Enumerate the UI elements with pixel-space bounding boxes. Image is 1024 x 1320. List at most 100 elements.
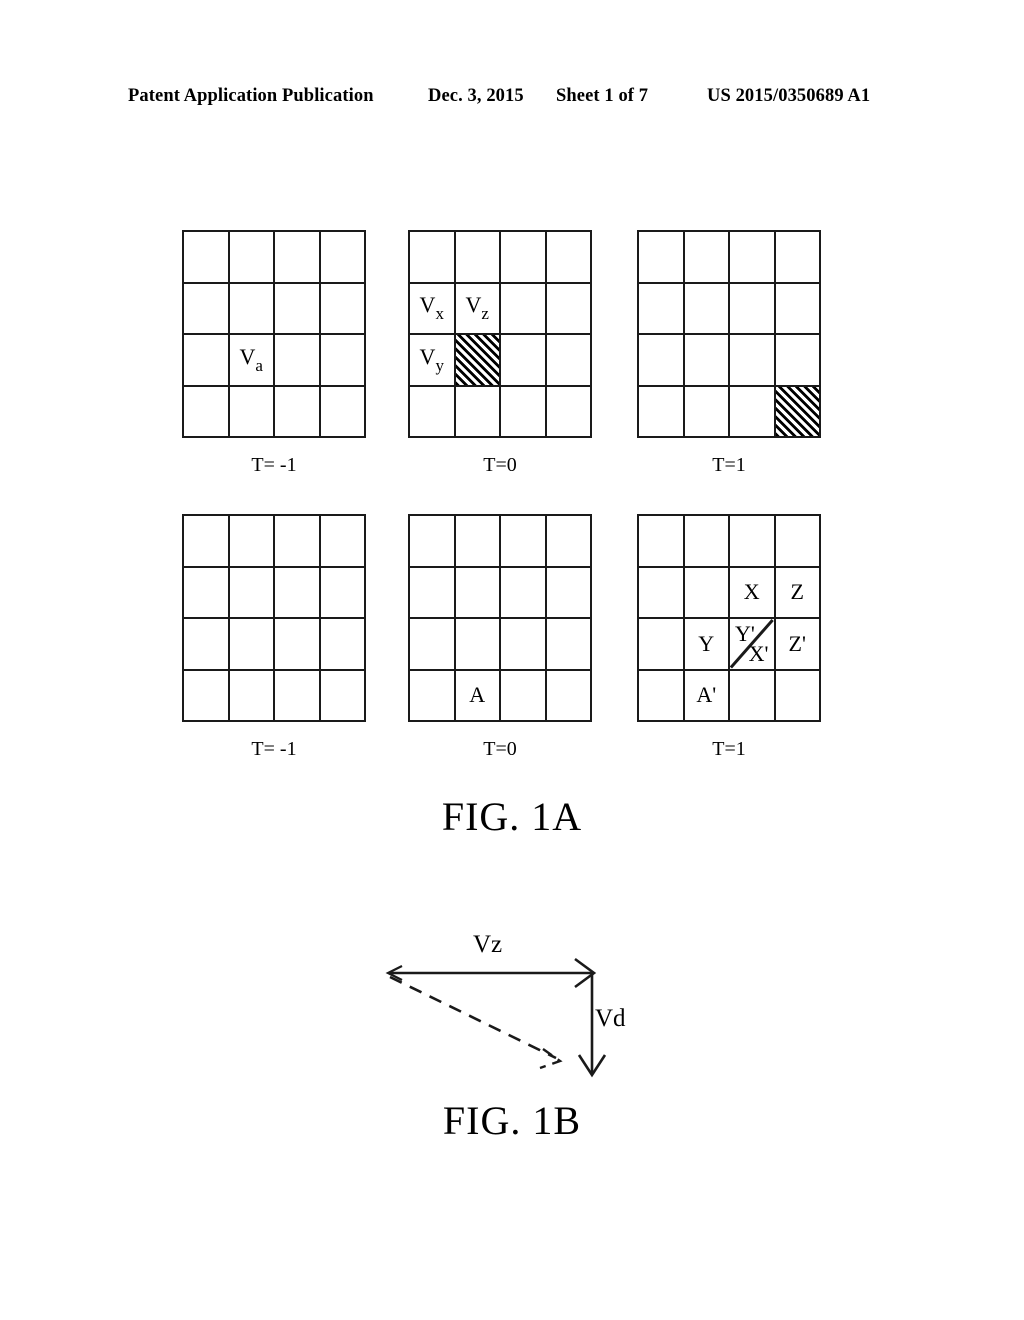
grid-4x4 (637, 230, 821, 438)
grid-cell-split: Y' X' (730, 619, 776, 671)
grid-cell (501, 516, 547, 568)
grid-cell (546, 670, 592, 722)
grid-cell (546, 386, 592, 438)
grid-cell (275, 335, 321, 387)
grid-cell-labeled: Vy (410, 335, 456, 387)
grid-cell (775, 670, 821, 722)
grid-cell (501, 335, 547, 387)
grid-4x4: Vx Vz Vy (408, 230, 592, 438)
grid-cell (275, 619, 321, 671)
grid-cell (775, 232, 821, 284)
grid-cell (410, 567, 456, 619)
grid-cell (320, 516, 366, 568)
grid-panel-t-0-bottom: A T=0 (408, 514, 592, 766)
figure-1a-caption: FIG. 1A (441, 794, 583, 839)
grid-cell (275, 670, 321, 722)
grid-cell-labeled: X (730, 567, 776, 619)
grid-cell (501, 386, 547, 438)
vector-vz-arrow (385, 957, 597, 989)
header-date-text: Dec. 3, 2015 (428, 86, 524, 106)
panel-time-label: T= -1 (251, 454, 297, 476)
grid-cell (229, 670, 275, 722)
grid-panel-t-minus-1-top: Va T= -1 (182, 230, 366, 482)
grid-cell (546, 335, 592, 387)
vector-diagram: Vz Vd (360, 925, 670, 1100)
panel-time-label: T=1 (712, 738, 746, 760)
vector-label-vd: Vd (595, 1005, 626, 1032)
grid-cell (639, 386, 685, 438)
grid-cell-labeled: Y (684, 619, 730, 671)
grid-cell (320, 670, 366, 722)
grid-cell (229, 283, 275, 335)
grid-cell (684, 386, 730, 438)
grid-cell-labeled: A' (684, 670, 730, 722)
grid-cell-labeled: Vz (455, 283, 501, 335)
grid-cell (546, 567, 592, 619)
grid-cell-labeled: Z' (775, 619, 821, 671)
cell-label-y: Y (698, 630, 715, 656)
grid-cell-hatched (455, 335, 501, 387)
grid-cell (275, 567, 321, 619)
grid-cell (320, 619, 366, 671)
grid-cell (639, 283, 685, 335)
grid-4x4 (182, 514, 366, 722)
grid-cell (320, 567, 366, 619)
grid-cell (455, 386, 501, 438)
grid-cell (184, 232, 230, 284)
grid-cell (684, 232, 730, 284)
grid-cell (229, 516, 275, 568)
grid-cell (275, 516, 321, 568)
grid-cell (684, 567, 730, 619)
grid-cell (775, 516, 821, 568)
grid-cell (184, 567, 230, 619)
cell-label-vy: Vy (419, 343, 444, 375)
vector-label-vz: Vz (473, 931, 503, 958)
grid-panel-t-1-top: T=1 (637, 230, 821, 482)
grid-cell (275, 283, 321, 335)
cell-label-z: Z (790, 579, 804, 605)
grid-cell (501, 567, 547, 619)
grid-cell (501, 670, 547, 722)
grid-cell (229, 386, 275, 438)
grid-cell (410, 516, 456, 568)
grid-cell (229, 619, 275, 671)
vector-resultant-dashed-arrow (389, 975, 563, 1070)
figure-1b-caption: FIG. 1B (442, 1098, 582, 1143)
grid-cell (684, 283, 730, 335)
panel-time-label: T= -1 (251, 738, 297, 760)
grid-cell (730, 232, 776, 284)
grid-cell-labeled: A (455, 670, 501, 722)
header-patent-number: US 2015/0350689 A1 (707, 86, 871, 106)
grid-4x4: X Z Y Y' X' Z' A' (637, 514, 821, 722)
grid-cell-hatched (775, 386, 821, 438)
grid-4x4: Va (182, 230, 366, 438)
grid-cell (275, 386, 321, 438)
grid-cell (320, 283, 366, 335)
grid-cell (455, 619, 501, 671)
cell-label-z-prime: Z' (788, 630, 806, 656)
grid-cell-labeled: Va (229, 335, 275, 387)
grid-cell (684, 516, 730, 568)
grid-cell (320, 386, 366, 438)
cell-label-x: X (743, 579, 760, 605)
grid-cell (229, 567, 275, 619)
grid-cell (639, 670, 685, 722)
grid-cell (546, 619, 592, 671)
grid-cell (501, 619, 547, 671)
grid-cell (501, 283, 547, 335)
grid-cell (775, 335, 821, 387)
grid-cell (639, 232, 685, 284)
grid-cell (730, 335, 776, 387)
grid-cell (546, 283, 592, 335)
grid-cell (320, 232, 366, 284)
grid-cell (775, 283, 821, 335)
grid-cell (184, 670, 230, 722)
grid-cell (184, 335, 230, 387)
cell-label-vx: Vx (419, 292, 444, 324)
grid-cell-labeled: Vx (410, 283, 456, 335)
grid-cell (275, 232, 321, 284)
panel-time-label: T=1 (712, 454, 746, 476)
grid-cell (730, 283, 776, 335)
grid-cell (410, 386, 456, 438)
header-publication-text: Patent Application Publication (128, 86, 374, 106)
